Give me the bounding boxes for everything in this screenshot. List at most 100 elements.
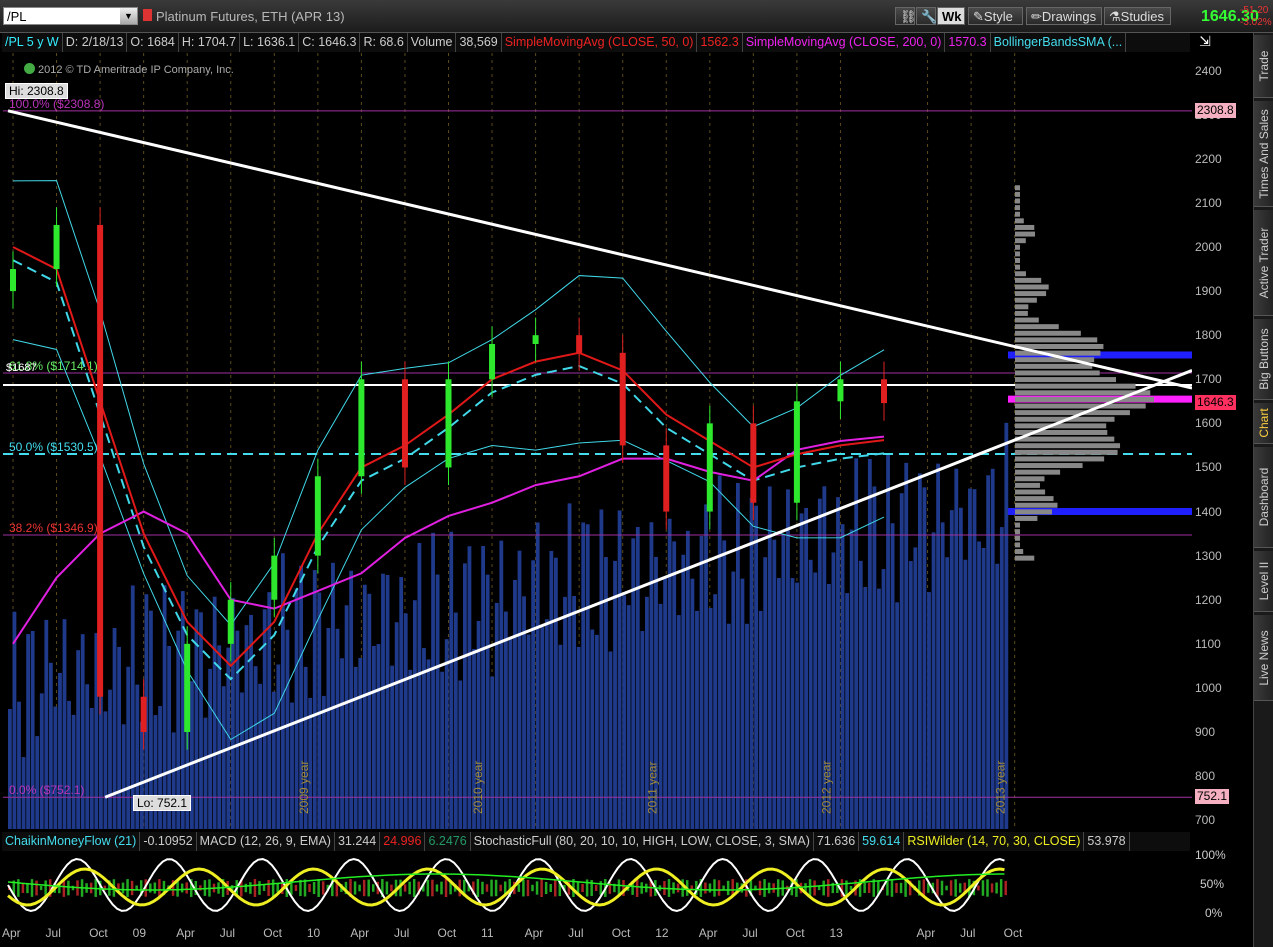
price-tick: 1900: [1195, 284, 1222, 299]
side-tab-chart[interactable]: Chart: [1254, 403, 1273, 444]
side-tab-trade[interactable]: Trade: [1254, 35, 1273, 98]
cmf-bar: [253, 879, 257, 897]
side-tab-live-news[interactable]: Live News: [1254, 615, 1273, 701]
flag-icon[interactable]: [143, 9, 152, 21]
link-icon[interactable]: ⛓: [895, 7, 917, 25]
side-tab-dashboard[interactable]: Dashboard: [1254, 447, 1273, 548]
cmf-bar: [522, 879, 525, 897]
side-tab-big-buttons[interactable]: Big Buttons: [1254, 319, 1273, 400]
volume-profile-bar: [1015, 410, 1130, 416]
volume-bar: [913, 547, 918, 829]
volume-bar: [708, 607, 713, 829]
volume-bar: [526, 634, 531, 829]
price-label: 2308.8: [1195, 102, 1236, 118]
cmf-bar: [362, 879, 366, 897]
stochastic-label[interactable]: StochasticFull (80, 20, 10, 10, HIGH, LO…: [471, 832, 814, 851]
volume-profile-bar: [1015, 515, 1038, 521]
bollinger-label[interactable]: BollingerBandsSMA (...: [991, 33, 1127, 52]
cmf-bar: [863, 882, 866, 894]
volume-bar: [326, 628, 331, 829]
volume-bar: [663, 577, 667, 829]
volume-bar: [381, 573, 385, 829]
side-tab-label: Active Trader: [1257, 227, 1271, 298]
volume-profile-bar: [1015, 238, 1026, 244]
volume-bar: [722, 540, 727, 829]
cmf-bar: [312, 881, 316, 895]
rsi-label[interactable]: RSIWilder (14, 70, 30, CLOSE): [904, 832, 1085, 851]
volume-profile-bar: [1015, 224, 1035, 230]
rsi-value: 53.978: [1084, 832, 1130, 851]
cmf-bar: [981, 880, 985, 896]
collapse-icon[interactable]: ⇲: [1195, 33, 1215, 51]
volume-profile-bar: [1015, 198, 1020, 204]
price-tick: 1300: [1195, 548, 1222, 563]
symbol-input[interactable]: /PL: [3, 7, 138, 25]
volume-bar: [394, 622, 399, 829]
cmf-bar: [494, 879, 498, 897]
volume-profile-bar: [1015, 469, 1061, 475]
side-tab-times-and-sales[interactable]: Times And Sales: [1254, 101, 1273, 207]
candle: [97, 224, 104, 697]
cmf-bar: [440, 881, 443, 895]
symbol-period[interactable]: /PL 5 y W: [2, 33, 63, 52]
volume-bar: [949, 510, 954, 829]
volume-label[interactable]: Volume: [408, 33, 457, 52]
time-tick: Oct: [1003, 926, 1023, 940]
fib-level-label: 38.2% ($1346.9): [9, 521, 98, 535]
volume-bar: [886, 453, 890, 829]
volume-bar: [922, 487, 927, 829]
volume-profile-bar: [1015, 522, 1020, 528]
cmf-bar: [21, 883, 25, 893]
price-chart[interactable]: 100.0% ($2308.8)61.8% ($1714.1)50.0% ($1…: [3, 53, 1192, 829]
candle: [227, 599, 234, 644]
style-button[interactable]: ✎Style: [968, 7, 1023, 25]
bar-date: D: 2/18/13: [63, 33, 128, 52]
symbol-dropdown-icon[interactable]: ▼: [120, 8, 137, 24]
candle: [576, 335, 583, 353]
macd-label[interactable]: MACD (12, 26, 9, EMA): [197, 832, 335, 851]
cmf-bar: [180, 883, 184, 893]
cmf-bar: [958, 883, 962, 893]
volume-bar: [321, 695, 326, 829]
sma50-label[interactable]: SimpleMovingAvg (CLOSE, 50, 0): [502, 33, 698, 52]
volume-bar: [863, 586, 868, 829]
macd-value: 31.244: [335, 832, 381, 851]
drawings-button[interactable]: ✏Drawings: [1026, 7, 1102, 25]
volume-bar: [353, 666, 358, 829]
interval-button[interactable]: Wk: [937, 7, 965, 25]
volume-bar: [881, 569, 886, 829]
volume-bar: [426, 659, 431, 829]
volume-profile-bar: [1015, 383, 1136, 389]
stochastic-k-value: 71.636: [814, 832, 860, 851]
price-change: -51.20: [1240, 5, 1269, 16]
cmf-bar: [294, 884, 298, 892]
volume-bar: [513, 580, 517, 829]
side-panel: Trade Times And Sales Active Trader Big But…: [1253, 33, 1273, 947]
cmf-label[interactable]: ChaikinMoneyFlow (21): [2, 832, 141, 851]
stochastic-d-value: 59.614: [859, 832, 905, 851]
lower-study-chart[interactable]: [3, 852, 1192, 918]
price-label: 1646.3: [1195, 394, 1236, 410]
volume-bar: [417, 542, 422, 829]
volume-bar: [631, 538, 636, 829]
wrench-icon[interactable]: 🔧: [916, 7, 937, 25]
candle: [53, 224, 60, 270]
volume-bar: [781, 535, 786, 829]
volume-profile-bar: [1015, 271, 1026, 277]
side-tab-active-trader[interactable]: Active Trader: [1254, 210, 1273, 316]
volume-profile-bar: [1015, 337, 1098, 343]
drawings-label: Drawings: [1041, 9, 1097, 24]
volume-profile-bar: [1015, 191, 1020, 197]
candle: [314, 476, 321, 556]
sma200-label[interactable]: SimpleMovingAvg (CLOSE, 200, 0): [743, 33, 946, 52]
side-tab-level-ii[interactable]: Level II: [1254, 551, 1273, 612]
studies-button[interactable]: ⚗Studies: [1104, 7, 1171, 25]
cmf-bar: [185, 882, 188, 894]
volume-profile-bar: [1015, 363, 1093, 369]
volume-bar: [463, 563, 467, 829]
price-tick: 2000: [1195, 240, 1222, 254]
volume-profile-bar: [1015, 244, 1020, 250]
cmf-bar: [435, 884, 439, 892]
cmf-bar: [367, 879, 370, 897]
cmf-bar: [849, 885, 853, 891]
